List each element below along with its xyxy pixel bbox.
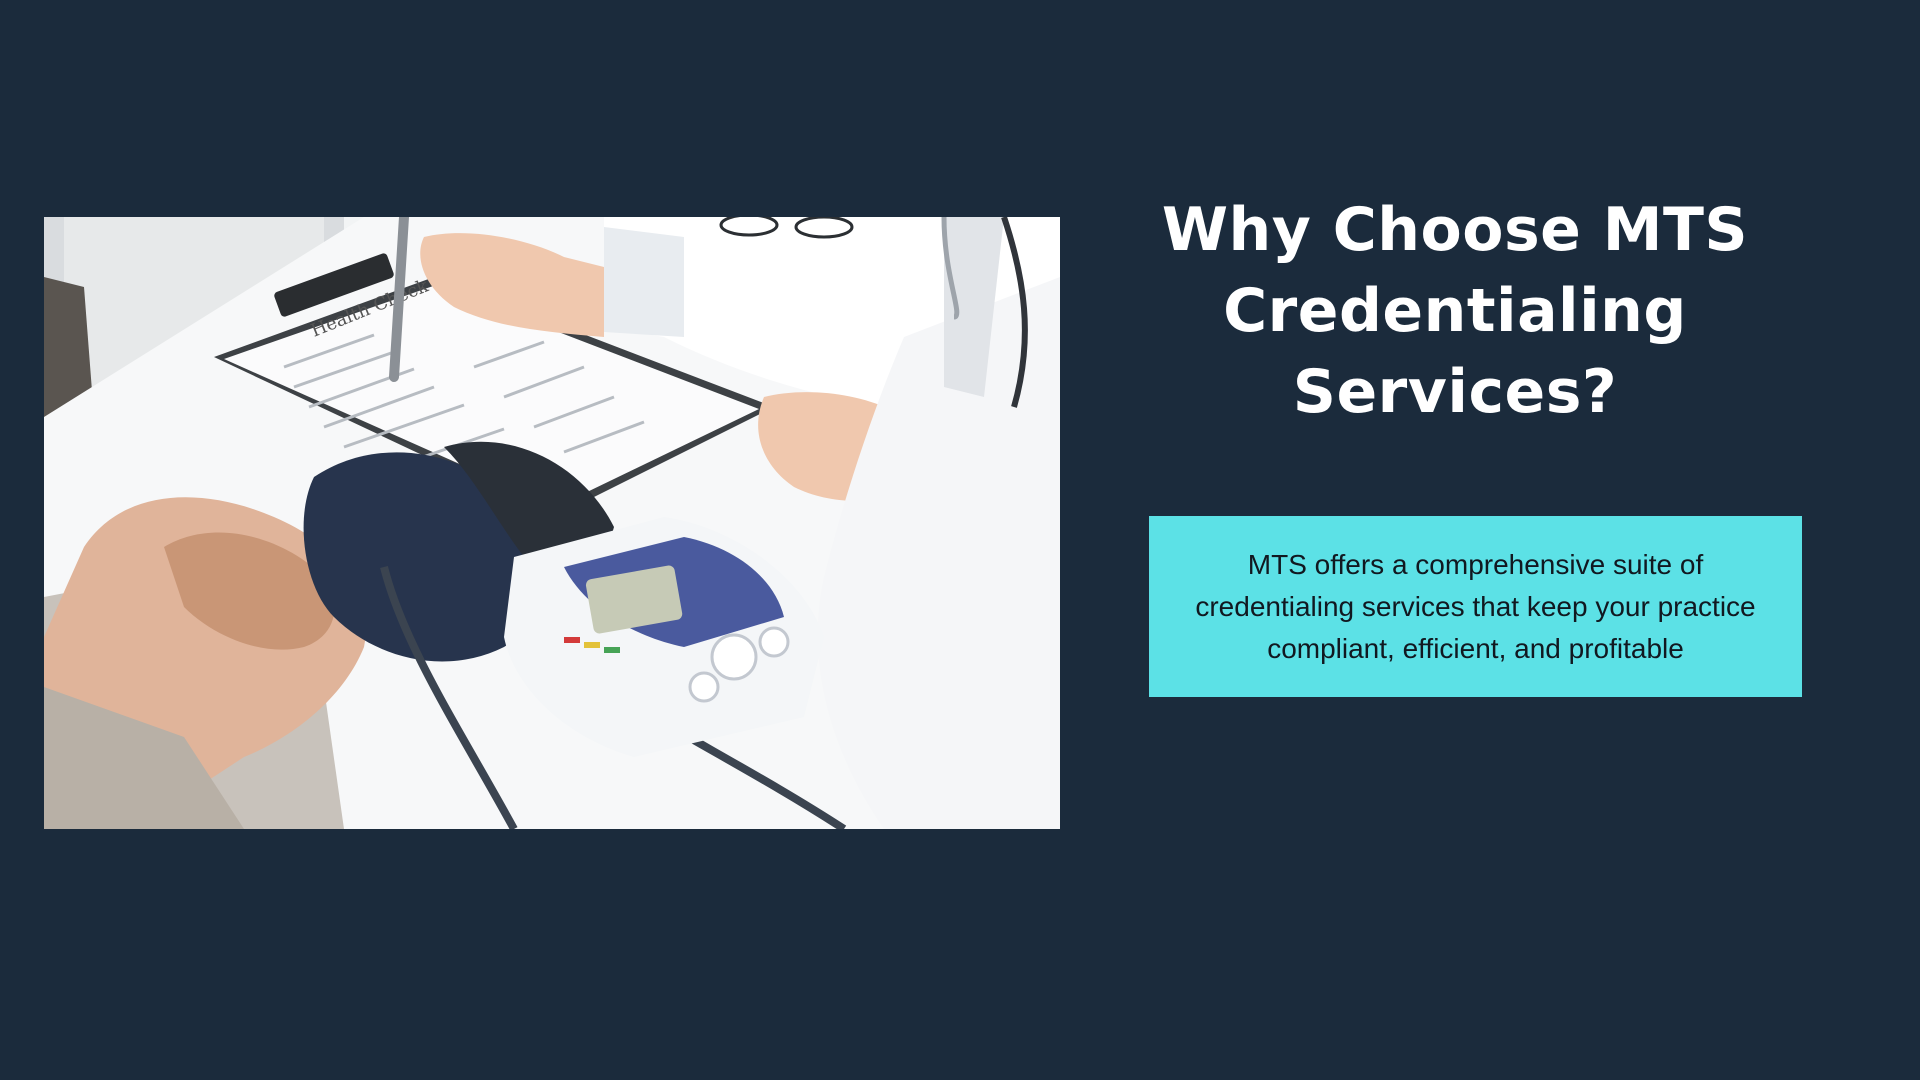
- info-callout-box: MTS offers a comprehensive suite of cred…: [1149, 516, 1802, 697]
- doctor-consultation-photo: Health Check: [44, 217, 1060, 829]
- doctor-consultation-illustration: Health Check: [44, 217, 1060, 829]
- page-heading: Why Choose MTS Credentialing Services?: [1161, 195, 1749, 427]
- info-callout-text: MTS offers a comprehensive suite of cred…: [1195, 548, 1756, 664]
